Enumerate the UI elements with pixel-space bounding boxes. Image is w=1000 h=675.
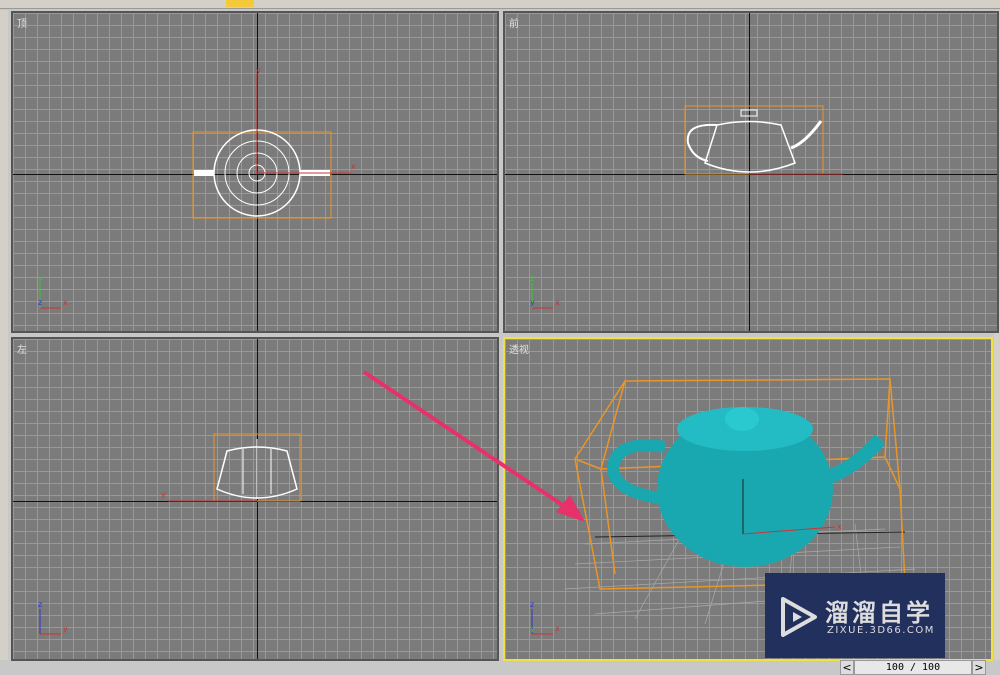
play-logo-icon — [781, 597, 817, 637]
timeline-next-button[interactable]: > — [972, 660, 986, 675]
watermark-title: 溜溜自学 — [825, 599, 933, 627]
timeline-slider[interactable]: 100 / 100 — [854, 660, 972, 675]
watermark-url: ZIXUE.3D66.COM — [827, 625, 935, 636]
timeline-prev-button[interactable]: < — [840, 660, 854, 675]
watermark-logo: 溜溜自学 ZIXUE.3D66.COM — [765, 573, 945, 658]
